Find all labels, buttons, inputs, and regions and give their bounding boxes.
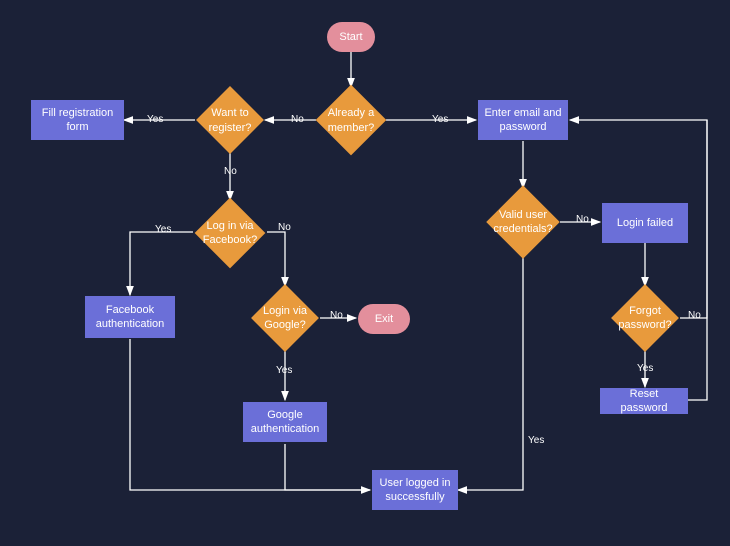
valid-credentials-decision: Valid user credentials? bbox=[488, 188, 558, 256]
google-auth-label: Google authentication bbox=[249, 408, 321, 437]
label-yes-1: Yes bbox=[147, 114, 163, 125]
logged-in-label: User logged in successfully bbox=[378, 476, 452, 505]
fill-registration-process: Fill registration form bbox=[31, 100, 124, 140]
login-google-decision: Login via Google? bbox=[252, 286, 318, 350]
google-auth-process: Google authentication bbox=[243, 402, 327, 442]
label-yes-2: Yes bbox=[432, 114, 448, 125]
forgot-password-label: Forgot password? bbox=[612, 300, 678, 337]
enter-email-process: Enter email and password bbox=[478, 100, 568, 140]
want-register-label: Want to register? bbox=[197, 102, 263, 139]
exit-terminal: Exit bbox=[358, 304, 410, 334]
label-no-6: No bbox=[688, 310, 701, 321]
start-terminal: Start bbox=[327, 22, 375, 52]
login-facebook-decision: Log in via Facebook? bbox=[196, 200, 264, 266]
forgot-password-decision: Forgot password? bbox=[612, 286, 678, 350]
start-label: Start bbox=[339, 30, 362, 44]
label-yes-3: Yes bbox=[155, 224, 171, 235]
facebook-auth-label: Facebook authentication bbox=[91, 303, 169, 332]
login-failed-label: Login failed bbox=[617, 216, 673, 230]
exit-label: Exit bbox=[375, 312, 393, 326]
enter-email-label: Enter email and password bbox=[484, 106, 562, 135]
want-register-decision: Want to register? bbox=[197, 88, 263, 153]
label-yes-6: Yes bbox=[637, 363, 653, 374]
reset-password-process: Reset password bbox=[600, 388, 688, 414]
already-member-decision: Already a member? bbox=[318, 88, 384, 153]
label-no-4: No bbox=[330, 310, 343, 321]
facebook-auth-process: Facebook authentication bbox=[85, 296, 175, 338]
login-failed-process: Login failed bbox=[602, 203, 688, 243]
reset-password-label: Reset password bbox=[606, 387, 682, 416]
already-member-label: Already a member? bbox=[318, 102, 384, 139]
label-no-5: No bbox=[576, 214, 589, 225]
label-no-2: No bbox=[224, 166, 237, 177]
fill-registration-label: Fill registration form bbox=[37, 106, 118, 135]
login-google-label: Login via Google? bbox=[252, 300, 318, 337]
label-yes-4: Yes bbox=[276, 365, 292, 376]
valid-credentials-label: Valid user credentials? bbox=[488, 204, 558, 241]
logged-in-process: User logged in successfully bbox=[372, 470, 458, 510]
label-yes-5: Yes bbox=[528, 435, 544, 446]
label-no-1: No bbox=[291, 114, 304, 125]
login-facebook-label: Log in via Facebook? bbox=[196, 215, 264, 252]
label-no-3: No bbox=[278, 222, 291, 233]
arrow-layer bbox=[0, 0, 730, 546]
